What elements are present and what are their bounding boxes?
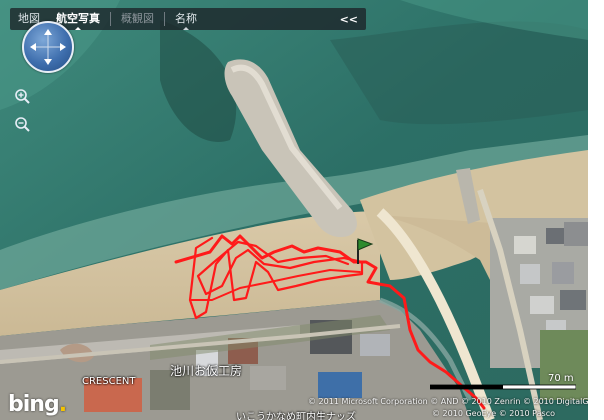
pan-left-arrow-icon[interactable] [30,43,36,51]
zoom-in-icon[interactable] [14,88,30,104]
collapse-toolbar-button[interactable]: << [332,13,366,26]
map-frame: CRESCENT 池川お仮工房 いこうかなめ町内生ナッズ 70 m bing. … [0,0,604,420]
tab-birdseye[interactable]: 概観図 [113,8,162,30]
zoom-out-icon[interactable] [14,116,30,132]
toolbar-divider [110,12,111,26]
scale-label: 70 m [548,373,574,384]
aerial-map[interactable]: CRESCENT 池川お仮工房 いこうかなめ町内生ナッズ 70 m bing. … [0,0,588,420]
pan-right-arrow-icon[interactable] [60,43,66,51]
start-flag-icon[interactable] [352,236,376,266]
copyright-line-2: © 2010 GeoEye © 2010 Pasco [432,409,555,418]
label-crescent[interactable]: CRESCENT [82,376,136,387]
bing-logo[interactable]: bing. [8,392,67,417]
label-bottom-text[interactable]: いこうかなめ町内生ナッズ [236,408,356,420]
tab-labels[interactable]: 名称 [167,8,205,30]
gps-track [174,234,486,410]
page-margin [588,0,604,420]
toolbar-divider [164,12,165,26]
pan-up-arrow-icon[interactable] [44,29,52,35]
copyright-line-1: © 2011 Microsoft Corporation © AND © 201… [308,397,588,406]
pan-compass-icon[interactable] [22,21,74,73]
label-place[interactable]: 池川お仮工房 [170,362,242,379]
scale-bar [430,384,576,390]
pan-down-arrow-icon[interactable] [44,59,52,65]
